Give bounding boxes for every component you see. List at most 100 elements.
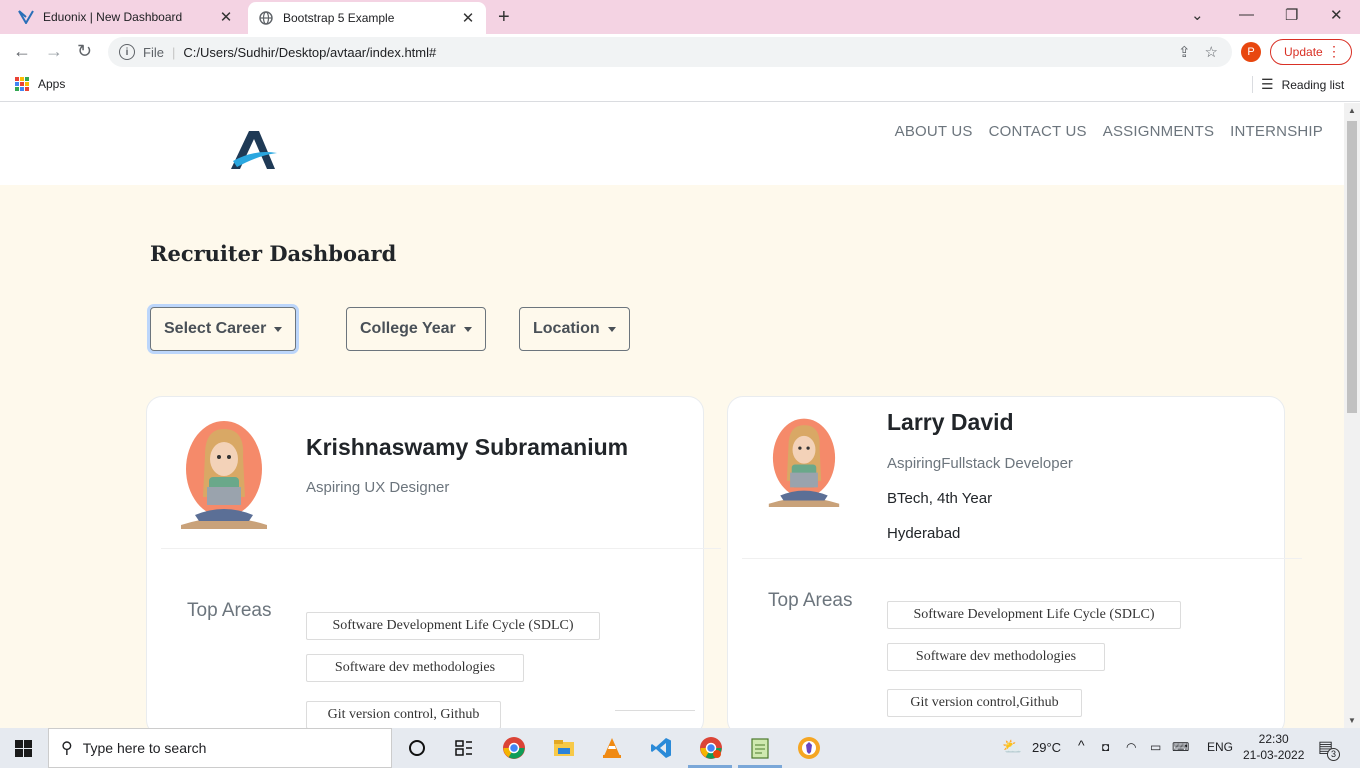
reading-list-icon: ☰ — [1261, 76, 1274, 92]
share-icon[interactable]: ⇪ — [1178, 43, 1191, 61]
input-language[interactable]: ENG — [1207, 740, 1233, 754]
address-separator: | — [171, 44, 176, 60]
widgets-icon[interactable] — [452, 736, 476, 760]
skill-tag: Software dev methodologies — [887, 643, 1105, 671]
restore-icon[interactable]: ❐ — [1285, 6, 1298, 24]
new-tab-icon[interactable]: + — [498, 6, 510, 29]
forward-arrow-icon[interactable]: → — [45, 41, 63, 62]
tab-search-chevron-icon[interactable]: ⌄ — [1191, 6, 1204, 24]
top-areas-label: Top Areas — [768, 590, 853, 611]
file-explorer-icon[interactable] — [552, 736, 576, 760]
browser-tab-bar: Eduonix | New Dashboard ✕ Bootstrap 5 Ex… — [0, 0, 1360, 34]
bookmarks-bar: Apps ☰ Reading list — [0, 70, 1360, 102]
reading-list-label: Reading list — [1281, 77, 1345, 92]
card-divider — [742, 558, 1302, 559]
nav-about-us[interactable]: ABOUT US — [895, 123, 973, 140]
vscode-icon[interactable] — [649, 736, 673, 760]
back-arrow-icon[interactable]: ← — [13, 41, 31, 62]
notification-count-badge: 3 — [1327, 748, 1340, 761]
scroll-down-arrow-icon[interactable]: ▼ — [1348, 716, 1356, 725]
close-window-icon[interactable]: ✕ — [1330, 6, 1343, 24]
minimize-icon[interactable]: — — [1239, 6, 1254, 23]
close-tab-icon[interactable]: ✕ — [216, 8, 236, 26]
close-tab-icon[interactable]: ✕ — [458, 9, 478, 27]
more-menu-icon[interactable]: ⋮ — [1327, 43, 1341, 60]
top-areas-label: Top Areas — [187, 600, 272, 621]
weather-temp[interactable]: 29°C — [1032, 740, 1061, 755]
search-placeholder: Type here to search — [82, 740, 207, 756]
avtaar-logo-icon[interactable] — [229, 127, 279, 171]
nav-internship[interactable]: INTERNSHIP — [1230, 123, 1323, 140]
apps-label: Apps — [38, 77, 66, 91]
eduonix-favicon-icon — [18, 9, 34, 25]
card-divider — [161, 548, 721, 549]
tab-bootstrap-example[interactable]: Bootstrap 5 Example ✕ — [248, 2, 486, 34]
wifi-icon[interactable]: ◠ — [1126, 740, 1136, 754]
college-year-dropdown[interactable]: College Year — [346, 307, 486, 351]
battery-icon[interactable]: ▭ — [1150, 740, 1161, 754]
clock-date: 21-03-2022 — [1243, 748, 1305, 762]
skill-tag: Git version control,Github — [887, 689, 1082, 717]
meet-now-icon[interactable]: ◘ — [1102, 740, 1109, 754]
page-scrollbar[interactable]: ▲ ▼ — [1344, 103, 1360, 728]
update-button[interactable]: Update ⋮ — [1270, 39, 1352, 65]
tab-title: Bootstrap 5 Example — [283, 11, 395, 25]
search-icon: ⚲ — [61, 740, 73, 757]
browser-toolbar: ← → ↻ i File | C:/Users/Sudhir/Desktop/a… — [0, 34, 1360, 70]
skill-tag: Software Development Life Cycle (SDLC) — [887, 601, 1181, 629]
select-career-dropdown[interactable]: Select Career — [150, 307, 297, 351]
site-navbar: ABOUT US CONTACT US ASSIGNMENTS INTERNSH… — [0, 103, 1344, 185]
scrollbar-thumb[interactable] — [1347, 121, 1357, 413]
windows-start-icon[interactable] — [15, 740, 32, 757]
address-bar[interactable]: i File | C:/Users/Sudhir/Desktop/avtaar/… — [108, 37, 1232, 67]
card-footer-line — [615, 710, 695, 711]
scroll-up-arrow-icon[interactable]: ▲ — [1348, 106, 1356, 115]
candidate-avatar-icon — [768, 418, 840, 507]
vlc-icon[interactable] — [600, 736, 624, 760]
page-viewport: ABOUT US CONTACT US ASSIGNMENTS INTERNSH… — [0, 103, 1344, 728]
scheme-label: File — [143, 44, 164, 60]
keyboard-icon[interactable]: ⌨ — [1172, 740, 1189, 754]
skill-tag: Software Development Life Cycle (SDLC) — [306, 612, 600, 640]
candidate-location: Hyderabad — [887, 525, 961, 542]
page-title: Recruiter Dashboard — [150, 241, 397, 266]
skill-tag: Software dev methodologies — [306, 654, 524, 682]
notepad-icon[interactable] — [748, 736, 772, 760]
location-dropdown[interactable]: Location — [519, 307, 630, 351]
candidate-year: BTech, 4th Year — [887, 490, 993, 507]
chrome-profile-icon[interactable] — [699, 736, 723, 760]
update-label: Update — [1284, 45, 1323, 59]
candidate-name: Krishnaswamy Subramanium — [306, 434, 629, 460]
dropdown-label: College Year — [360, 320, 456, 337]
profile-avatar[interactable]: P — [1241, 42, 1261, 62]
candidate-card[interactable]: Larry David AspiringFullstack Developer … — [727, 396, 1302, 728]
reload-icon[interactable]: ↻ — [77, 41, 92, 62]
taskbar-search-box[interactable]: ⚲ Type here to search — [48, 728, 392, 768]
dropdown-label: Select Career — [164, 320, 267, 337]
tab-eduonix[interactable]: Eduonix | New Dashboard ✕ — [8, 0, 244, 34]
candidate-card[interactable]: Krishnaswamy Subramanium Aspiring UX Des… — [146, 396, 721, 728]
dropdown-label: Location — [533, 320, 600, 337]
candidate-avatar-icon — [181, 421, 267, 529]
nav-contact-us[interactable]: CONTACT US — [989, 123, 1087, 140]
url-text[interactable]: C:/Users/Sudhir/Desktop/avtaar/index.htm… — [183, 45, 1178, 60]
brave-icon[interactable] — [797, 736, 821, 760]
site-info-icon[interactable]: i — [119, 44, 135, 60]
apps-grid-icon — [15, 77, 29, 91]
site-nav-links: ABOUT US CONTACT US ASSIGNMENTS INTERNSH… — [895, 123, 1323, 140]
system-clock[interactable]: 22:30 21-03-2022 — [1243, 731, 1304, 763]
caret-down-icon — [274, 326, 283, 332]
task-view-icon[interactable] — [405, 736, 429, 760]
caret-down-icon — [607, 326, 616, 332]
windows-taskbar: ⚲ Type here to search ⛅ 29°C ^ ◘ ◠ ▭ ⌨ E… — [0, 728, 1360, 768]
reading-list-button[interactable]: ☰ Reading list — [1252, 76, 1344, 93]
candidate-role: Aspiring UX Designer — [306, 479, 450, 496]
nav-assignments[interactable]: ASSIGNMENTS — [1103, 123, 1214, 140]
tab-title: Eduonix | New Dashboard — [43, 10, 183, 24]
chrome-icon[interactable] — [502, 736, 526, 760]
show-hidden-icons-chevron-icon[interactable]: ^ — [1078, 737, 1085, 753]
apps-shortcut[interactable]: Apps — [15, 77, 65, 91]
globe-icon — [258, 10, 274, 26]
weather-icon[interactable]: ⛅ — [1002, 737, 1022, 757]
bookmark-star-icon[interactable]: ☆ — [1205, 43, 1218, 61]
